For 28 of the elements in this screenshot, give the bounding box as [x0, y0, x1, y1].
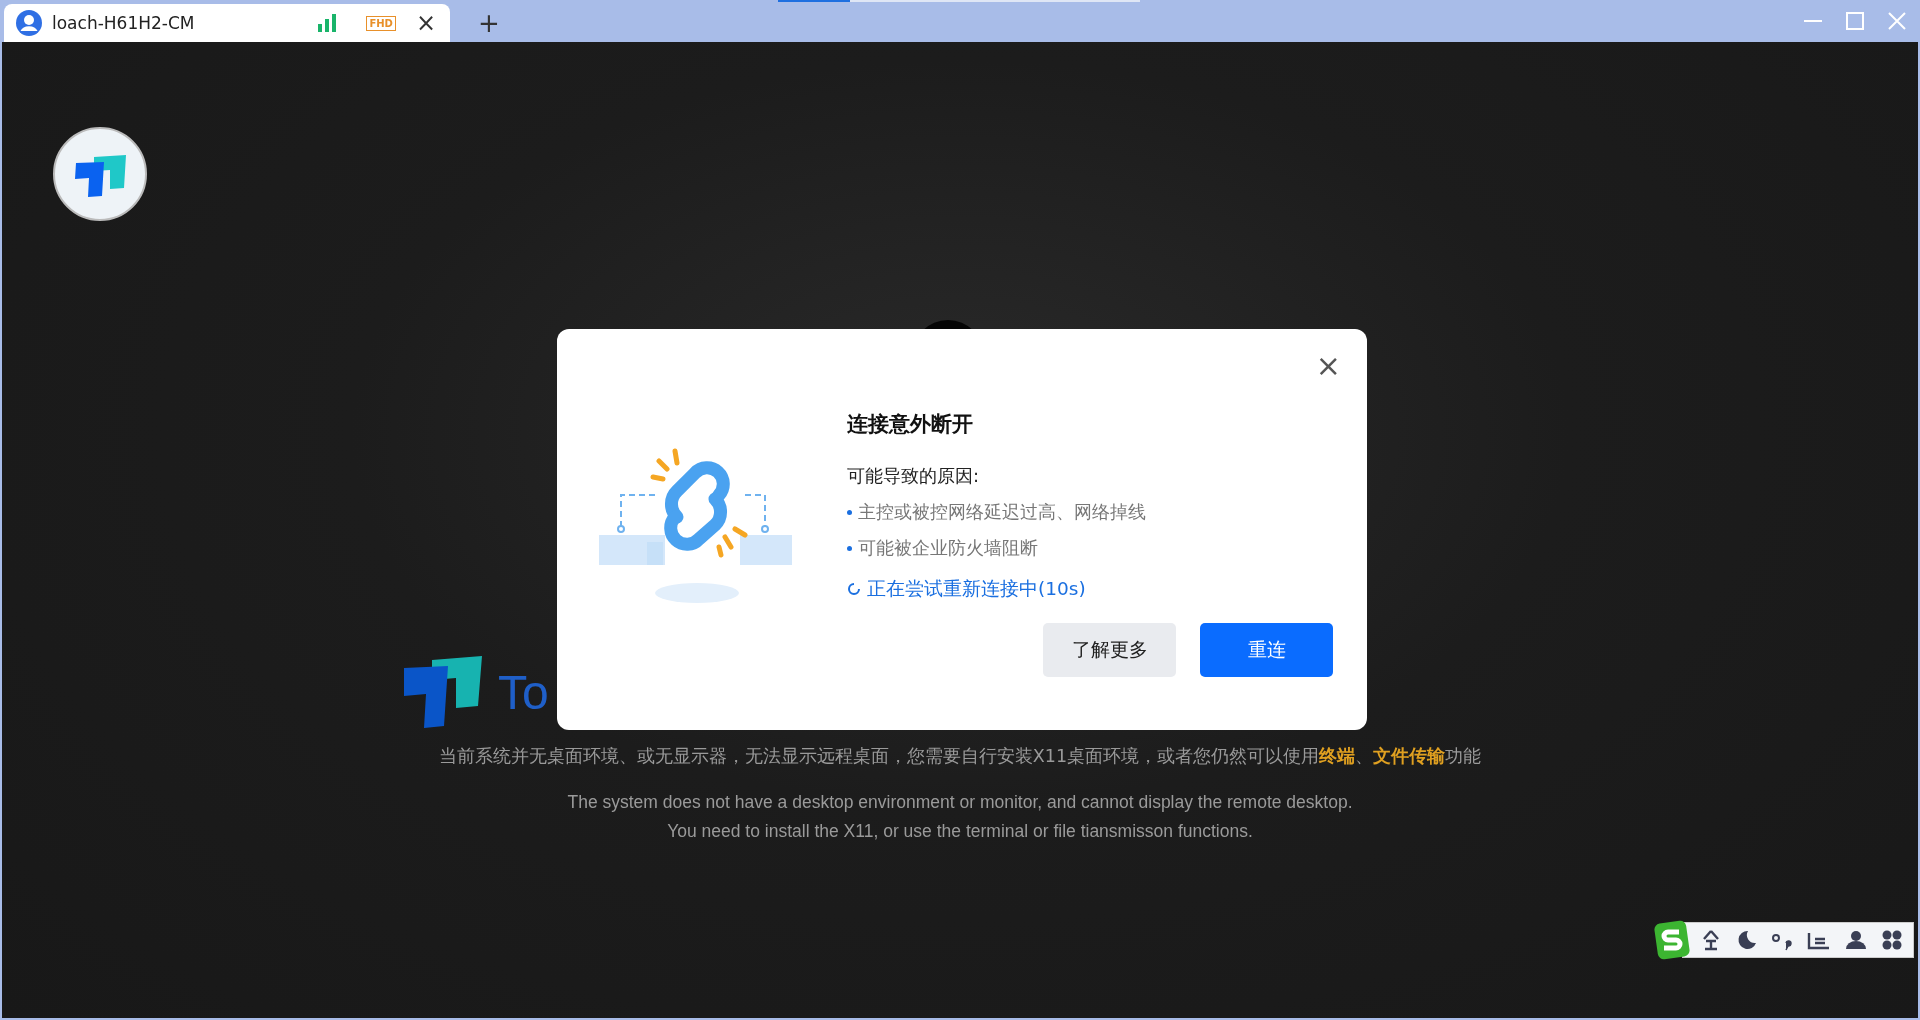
full-width-icon[interactable]	[1701, 929, 1721, 951]
grid-icon[interactable]	[1881, 929, 1903, 951]
signal-bars-icon	[318, 14, 339, 32]
session-tab[interactable]: loach-H61H2-CM FHD ×	[4, 4, 450, 42]
user-avatar-icon	[16, 10, 42, 36]
learn-more-button[interactable]: 了解更多	[1043, 623, 1176, 677]
new-tab-button[interactable]: +	[478, 4, 500, 42]
reconnect-button[interactable]: 重连	[1200, 623, 1333, 677]
reasons-label: 可能导致的原因:	[847, 464, 981, 488]
bullet-icon	[847, 545, 852, 551]
app-logo-icon	[404, 656, 484, 728]
tab-title: loach-H61H2-CM	[52, 13, 196, 33]
english-message: You need to install the X11, or use the terminal or file tiansmisson functions.	[667, 820, 1253, 843]
app-name: To	[498, 664, 549, 720]
ime-logo-icon[interactable]	[1654, 920, 1690, 960]
english-message: The system does not have a desktop environment or monitor, and cannot display the remote desktop.	[567, 791, 1353, 814]
user-icon[interactable]	[1845, 929, 1867, 951]
no-desktop-message: 当前系统并无桌面环境、或无显示器，无法显示远程桌面，您需要自行安装X11桌面环境，或者您仍然可以使用终端、文件传输功能	[438, 745, 1482, 768]
quality-badge: FHD	[366, 15, 396, 31]
app-logo-button[interactable]	[52, 126, 148, 222]
tab-close-button[interactable]: ×	[415, 9, 436, 37]
reconnect-status: 正在尝试重新连接中(10s)	[867, 577, 1086, 601]
reason-text: 主控或被控网络延迟过高、网络掉线	[858, 500, 1146, 524]
dialog-close-button[interactable]: ×	[1315, 351, 1341, 381]
bullet-icon	[847, 509, 852, 515]
dialog-title: 连接意外断开	[847, 411, 974, 438]
loading-spinner-icon	[847, 581, 861, 596]
reason-text: 可能被企业防火墙阻断	[858, 536, 1038, 560]
